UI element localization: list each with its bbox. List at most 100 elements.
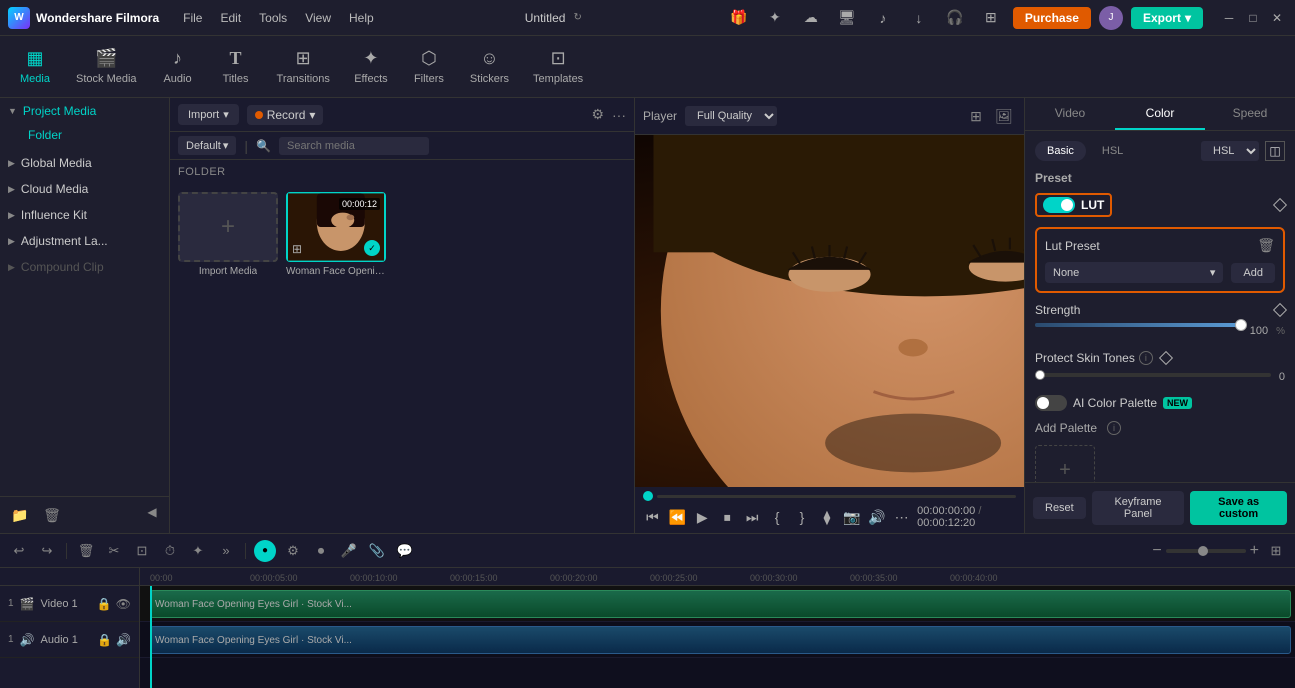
track-lock-icon[interactable]: 🔒 — [97, 597, 112, 611]
zoom-in-button[interactable]: + — [1250, 542, 1259, 560]
keyframe-panel-button[interactable]: Keyframe Panel — [1092, 491, 1184, 525]
audio-track-lock-icon[interactable]: 🔒 — [97, 633, 112, 647]
screen-icon[interactable]: 🖥 — [833, 4, 861, 32]
strength-slider[interactable] — [1035, 323, 1242, 327]
trim-out-button[interactable]: } — [793, 505, 812, 529]
zoom-thumb[interactable] — [1198, 546, 1208, 556]
add-folder-icon[interactable]: 📁 — [8, 503, 32, 527]
sidebar-item-compound[interactable]: ▶ Compound Clip — [0, 254, 169, 280]
sidebar-item-influence-kit[interactable]: ▶ Influence Kit — [0, 202, 169, 228]
trash-icon[interactable]: 🗑 — [1257, 237, 1275, 254]
sidebar-item-project-media[interactable]: ▼ Project Media — [0, 98, 169, 124]
export-button[interactable]: Export ▾ — [1131, 7, 1203, 29]
add-marker-button[interactable]: ⧫ — [817, 505, 836, 529]
media-file-thumb[interactable]: 00:00:12 ⊞ ✓ — [286, 192, 386, 262]
tl-undo-button[interactable]: ↩ — [8, 540, 30, 562]
palette-info-icon[interactable]: i — [1107, 421, 1121, 435]
grid-view-button[interactable]: ⊞ — [964, 104, 988, 128]
tl-record-button[interactable]: ⏺ — [310, 540, 332, 562]
import-media-thumb[interactable]: + — [178, 192, 278, 262]
collapse-panel-icon[interactable]: ◀ — [143, 503, 161, 521]
sidebar-item-global-media[interactable]: ▶ Global Media — [0, 150, 169, 176]
music-icon[interactable]: ♪ — [869, 4, 897, 32]
media-file-item[interactable]: 00:00:12 ⊞ ✓ Woman Face Opening... — [286, 192, 386, 277]
record-button[interactable]: Record ▾ — [247, 105, 324, 125]
toolbar-filters[interactable]: ⬡ Filters — [402, 42, 456, 91]
protect-skin-slider[interactable] — [1035, 373, 1271, 377]
palette-add-button[interactable]: + — [1035, 445, 1095, 482]
tl-split-button[interactable]: ✂ — [103, 540, 125, 562]
menu-file[interactable]: File — [175, 7, 210, 29]
compare-icon[interactable]: ◫ — [1265, 141, 1285, 161]
sub-tab-hsl[interactable]: HSL — [1090, 141, 1135, 161]
player-progress-bar[interactable] — [643, 491, 1016, 501]
tl-ai-button[interactable]: ✦ — [187, 540, 209, 562]
tl-text-button[interactable]: 💬 — [394, 540, 416, 562]
save-as-custom-button[interactable]: Save as custom — [1190, 491, 1287, 525]
tab-speed[interactable]: Speed — [1205, 98, 1295, 130]
toolbar-effects[interactable]: ✦ Effects — [344, 42, 398, 91]
tl-more-button[interactable]: » — [215, 540, 237, 562]
remove-folder-icon[interactable]: 🗑 — [40, 503, 64, 527]
toolbar-audio[interactable]: ♪ Audio — [151, 42, 205, 91]
grid-icon[interactable]: ⊞ — [977, 4, 1005, 32]
ai-icon[interactable]: ✦ — [761, 4, 789, 32]
snapshot-button[interactable]: 📷 — [842, 505, 861, 529]
folder-item[interactable]: Folder — [20, 124, 169, 146]
skip-forward-button[interactable]: ⏭ — [743, 505, 762, 529]
import-media-item[interactable]: + Import Media — [178, 192, 278, 277]
sidebar-item-adjustment[interactable]: ▶ Adjustment La... — [0, 228, 169, 254]
minimize-button[interactable]: ─ — [1219, 8, 1239, 28]
ai-color-toggle[interactable] — [1035, 395, 1067, 411]
tl-crop-button[interactable]: ⊡ — [131, 540, 153, 562]
zoom-track[interactable] — [1166, 549, 1246, 553]
protect-skin-thumb[interactable] — [1035, 370, 1045, 380]
sub-tab-basic[interactable]: Basic — [1035, 141, 1086, 161]
reset-button[interactable]: Reset — [1033, 497, 1086, 519]
toolbar-templates[interactable]: ⊡ Templates — [523, 42, 593, 91]
tl-settings-button[interactable]: ⚙ — [282, 540, 304, 562]
track-eye-icon[interactable]: 👁 — [116, 597, 131, 611]
tl-grid-toggle[interactable]: ⊞ — [1265, 540, 1287, 562]
sidebar-item-cloud-media[interactable]: ▶ Cloud Media — [0, 176, 169, 202]
filter-icon[interactable]: ⚙ — [591, 106, 604, 123]
menu-help[interactable]: Help — [341, 7, 382, 29]
more-button[interactable]: ⋯ — [892, 505, 911, 529]
zoom-out-button[interactable]: − — [1152, 542, 1161, 560]
tl-speed-button[interactable]: ⏱ — [159, 540, 181, 562]
add-lut-button[interactable]: Add — [1231, 263, 1275, 283]
headphones-icon[interactable]: 🎧 — [941, 4, 969, 32]
lut-toggle[interactable] — [1043, 197, 1075, 213]
tab-color[interactable]: Color — [1115, 98, 1205, 130]
video-clip-1[interactable]: Woman Face Opening Eyes Girl · Stock Vi.… — [150, 590, 1291, 618]
step-back-button[interactable]: ⏪ — [668, 505, 687, 529]
maximize-button[interactable]: □ — [1243, 8, 1263, 28]
menu-view[interactable]: View — [297, 7, 339, 29]
toolbar-transitions[interactable]: ⊞ Transitions — [267, 42, 340, 91]
gift-icon[interactable]: 🎁 — [725, 4, 753, 32]
tl-clip-button[interactable]: 📎 — [366, 540, 388, 562]
menu-edit[interactable]: Edit — [212, 7, 249, 29]
trim-in-button[interactable]: { — [768, 505, 787, 529]
lut-preset-select[interactable]: None ▾ — [1045, 262, 1223, 283]
audio-button[interactable]: 🔊 — [867, 505, 886, 529]
audio-clip-1[interactable]: Woman Face Opening Eyes Girl · Stock Vi.… — [150, 626, 1291, 654]
photo-view-button[interactable]: 🖼 — [992, 104, 1016, 128]
hsl-dropdown[interactable]: HSL — [1201, 141, 1259, 161]
tl-voice-button[interactable]: 🎤 — [338, 540, 360, 562]
toolbar-stickers[interactable]: ☺ Stickers — [460, 42, 519, 91]
toolbar-media[interactable]: ▦ Media — [8, 42, 62, 91]
tl-redo-button[interactable]: ↪ — [36, 540, 58, 562]
close-button[interactable]: ✕ — [1267, 8, 1287, 28]
strength-thumb[interactable] — [1235, 319, 1247, 331]
default-view-button[interactable]: Default ▾ — [178, 136, 236, 155]
backup-icon[interactable]: ☁ — [797, 4, 825, 32]
player-playhead[interactable] — [643, 491, 653, 501]
menu-tools[interactable]: Tools — [251, 7, 295, 29]
stop-button[interactable]: ⏹ — [718, 505, 737, 529]
toolbar-titles[interactable]: T Titles — [209, 42, 263, 91]
tl-center-button[interactable]: ● — [254, 540, 276, 562]
purchase-button[interactable]: Purchase — [1013, 7, 1091, 29]
tab-video[interactable]: Video — [1025, 98, 1115, 130]
avatar[interactable]: J — [1099, 6, 1123, 30]
